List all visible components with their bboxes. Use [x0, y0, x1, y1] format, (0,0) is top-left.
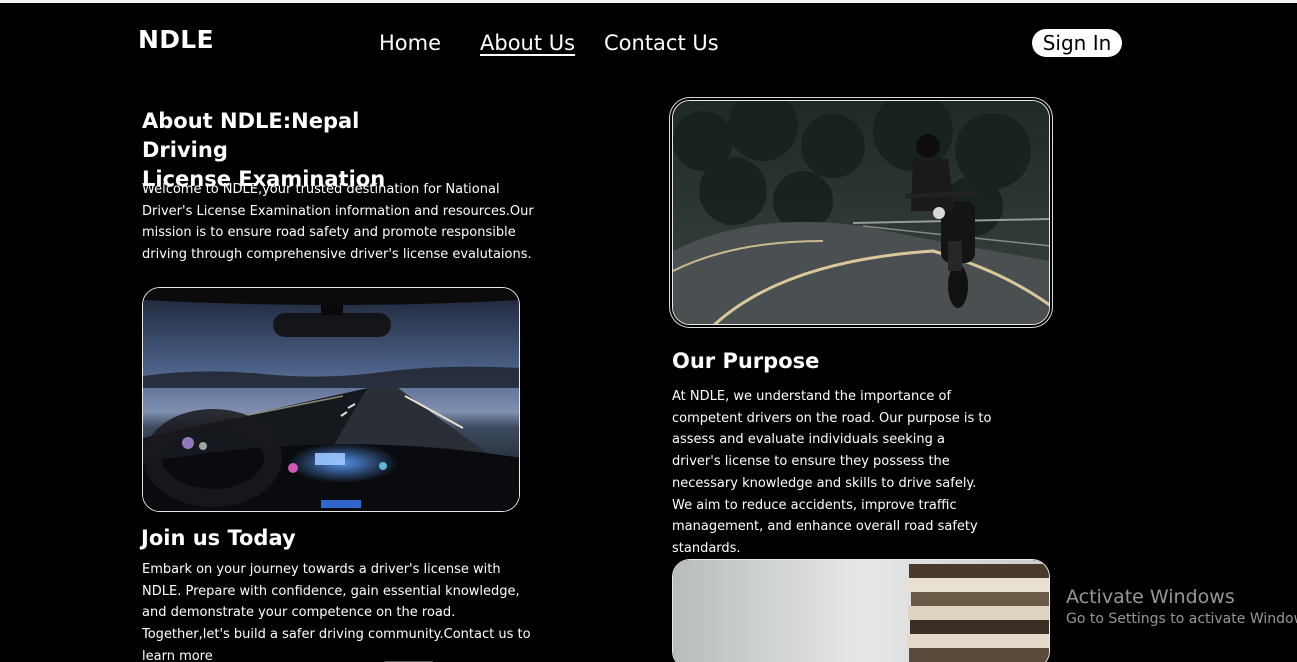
car-interior-photo — [142, 287, 520, 512]
purpose-heading: Our Purpose — [672, 349, 820, 373]
join-heading: Join us Today — [141, 526, 296, 550]
join-paragraph: Embark on your journey towards a driver'… — [142, 562, 531, 662]
nav-about-link[interactable]: About Us — [480, 31, 575, 55]
motorcycle-photo — [672, 100, 1050, 325]
nav-home-link[interactable]: Home — [379, 31, 441, 55]
purpose-paragraph: At NDLE, we understand the importance of… — [672, 389, 992, 556]
about-paragraph: Welcome to NDLE,your trusted destination… — [142, 182, 534, 263]
activate-windows-title: Activate Windows — [1066, 586, 1235, 608]
page: NDLE Home About Us Contact Us Sign In Ab… — [0, 0, 1297, 662]
about-heading-line1: About NDLE:Nepal Driving — [142, 109, 360, 162]
activate-windows-watermark: Activate Windows Go to Settings to activ… — [1066, 586, 1297, 630]
sign-in-button[interactable]: Sign In — [1032, 29, 1122, 57]
site-logo[interactable]: NDLE — [138, 25, 214, 54]
activate-windows-subtitle: Go to Settings to activate Windows. — [1066, 611, 1297, 627]
nav-contact-link[interactable]: Contact Us — [604, 31, 719, 55]
books-photo — [672, 559, 1050, 662]
